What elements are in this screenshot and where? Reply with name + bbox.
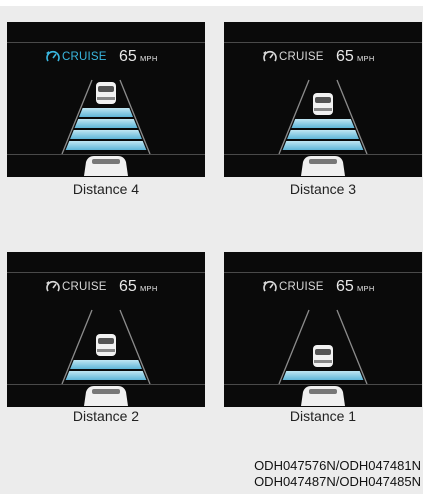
cruise-control-icon xyxy=(46,280,60,292)
icon-needle xyxy=(52,283,57,289)
distance-bar xyxy=(282,371,364,380)
image-code-line-1: ODH047576N/ODH047481N xyxy=(254,458,421,473)
cruise-status-bar: CRUISE 65 MPH xyxy=(7,48,205,70)
cruise-status-bar: CRUISE 65 MPH xyxy=(224,48,422,70)
icon-needle xyxy=(52,53,57,59)
top-divider xyxy=(7,272,205,273)
speed-unit: MPH xyxy=(140,54,158,63)
cluster-display-distance-3: CRUISE 65 MPH xyxy=(224,22,422,177)
cruise-label: CRUISE xyxy=(62,281,107,293)
distance-bar xyxy=(65,371,147,380)
speed-unit: MPH xyxy=(357,284,375,293)
speed-unit: MPH xyxy=(357,54,375,63)
bottom-divider xyxy=(7,384,205,385)
following-distance-graphic xyxy=(61,309,151,406)
bottom-divider xyxy=(7,154,205,155)
distance-bar xyxy=(291,119,355,128)
caption-distance-1: Distance 1 xyxy=(289,408,357,424)
cluster-display-distance-1: CRUISE 65 MPH xyxy=(224,252,422,407)
distance-bar xyxy=(287,130,359,139)
cluster-display-distance-4: CRUISE 65 MPH xyxy=(7,22,205,177)
distance-bar xyxy=(74,119,138,128)
lead-car-icon xyxy=(96,334,116,356)
distance-bar xyxy=(65,141,147,150)
distance-bar xyxy=(70,360,142,369)
caption-distance-3: Distance 3 xyxy=(289,181,357,197)
lead-car-icon xyxy=(96,82,116,104)
cruise-label: CRUISE xyxy=(279,51,324,63)
bottom-divider xyxy=(224,384,422,385)
image-codes: ODH047576N/ODH047481N ODH047487N/ODH0474… xyxy=(161,458,421,490)
speed-value: 65 xyxy=(119,48,137,65)
speed-value: 65 xyxy=(119,278,137,295)
speed-value: 65 xyxy=(336,48,354,65)
cruise-control-icon xyxy=(263,280,277,292)
top-divider xyxy=(224,42,422,43)
cruise-control-icon xyxy=(46,50,60,62)
bottom-divider xyxy=(224,154,422,155)
lead-car-icon xyxy=(313,345,333,367)
distance-bar xyxy=(79,108,133,117)
top-divider xyxy=(7,42,205,43)
own-car-icon xyxy=(301,386,345,406)
speed-value: 65 xyxy=(336,278,354,295)
cruise-control-icon xyxy=(263,50,277,62)
lead-car-icon xyxy=(313,93,333,115)
cruise-label: CRUISE xyxy=(279,281,324,293)
icon-needle xyxy=(269,53,274,59)
following-distance-graphic xyxy=(278,79,368,176)
caption-distance-4: Distance 4 xyxy=(72,181,140,197)
image-code-line-2: ODH047487N/ODH047485N xyxy=(254,474,421,489)
following-distance-graphic xyxy=(278,309,368,406)
own-car-icon xyxy=(84,386,128,406)
speed-unit: MPH xyxy=(140,284,158,293)
cruise-label: CRUISE xyxy=(62,51,107,63)
own-car-icon xyxy=(84,156,128,176)
icon-needle xyxy=(269,283,274,289)
cluster-display-distance-2: CRUISE 65 MPH xyxy=(7,252,205,407)
caption-distance-2: Distance 2 xyxy=(72,408,140,424)
distance-bar xyxy=(282,141,364,150)
top-divider xyxy=(224,272,422,273)
cruise-status-bar: CRUISE 65 MPH xyxy=(7,278,205,300)
following-distance-graphic xyxy=(61,79,151,176)
distance-bar xyxy=(70,130,142,139)
cruise-status-bar: CRUISE 65 MPH xyxy=(224,278,422,300)
own-car-icon xyxy=(301,156,345,176)
